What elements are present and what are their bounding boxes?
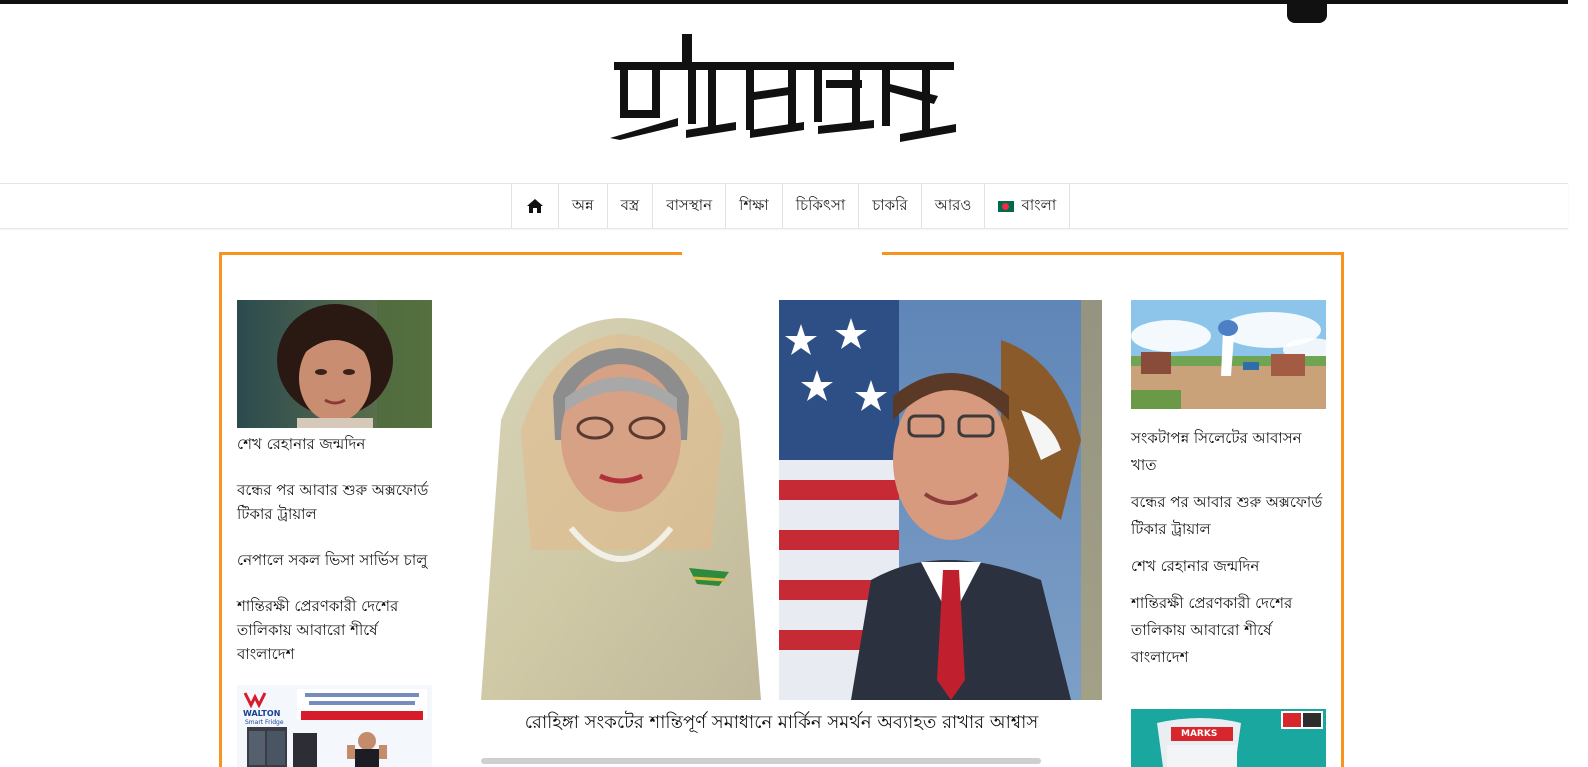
excerpt-text-fragment [481, 758, 1041, 764]
walton-ad-tagline: Smart Fridge [245, 719, 284, 726]
logo-wordmark [610, 34, 956, 142]
main-story-excerpt [481, 748, 1081, 767]
right-news-column: সংকটাপন্ন সিলেটের আবাসন খাত বন্ধের পর আব… [1131, 300, 1326, 671]
scrollbar-track[interactable] [1568, 0, 1588, 767]
main-story-image[interactable] [461, 300, 1102, 700]
top-accent-bar [0, 0, 1568, 4]
left-headline-3[interactable]: নেপালে সকল ভিসা সার্ভিস চালু [237, 548, 432, 572]
nav-item-more[interactable]: আরও [922, 184, 986, 228]
portrait-photo [237, 300, 432, 428]
nav-item-food[interactable]: অন্ন [559, 184, 608, 228]
frame-border-right [1341, 252, 1344, 767]
main-navigation: অন্ন বস্ত্র বাসস্থান শিক্ষা চিকিৎসা চাকর… [511, 184, 1071, 228]
left-news-column: শেখ রেহানার জন্মদিন বন্ধের পর আবার শুরু … [237, 300, 432, 666]
news-thumbnail-portrait[interactable] [237, 300, 432, 428]
nav-home[interactable] [512, 184, 559, 228]
frame-border-left [219, 252, 222, 767]
frame-border-top-left [219, 252, 682, 255]
top-tab[interactable] [1287, 0, 1327, 23]
nav-item-health[interactable]: চিকিৎসা [783, 184, 860, 228]
left-headline-4[interactable]: শান্তিরক্ষী প্রেরণকারী দেশের তালিকায় আব… [237, 594, 432, 666]
walton-advertisement[interactable]: WALTON Smart Fridge [237, 685, 432, 767]
nav-item-clothing[interactable]: বস্ত্র [608, 184, 654, 228]
language-selector[interactable]: বাংলা [985, 184, 1071, 228]
home-icon [527, 199, 543, 213]
walton-ad-brand: WALTON [243, 709, 281, 718]
right-headline-4[interactable]: শান্তিরক্ষী প্রেরণকারী দেশের তালিকায় আব… [1131, 590, 1326, 671]
marks-ad-brand: MARKS [1181, 729, 1218, 739]
marks-ad-graphic [1131, 709, 1326, 767]
nav-item-jobs[interactable]: চাকরি [859, 184, 922, 228]
main-story [461, 300, 1102, 700]
nav-item-education[interactable]: শিক্ষা [726, 184, 783, 228]
main-navigation-bar: অন্ন বস্ত্র বাসস্থান শিক্ষা চিকিৎসা চাকর… [0, 183, 1568, 229]
main-story-headline[interactable]: রোহিঙ্গা সংকটের শান্তিপূর্ণ সমাধানে মার্… [461, 708, 1102, 739]
bangladesh-flag-icon [998, 200, 1015, 212]
main-story-photo [461, 300, 1102, 700]
language-label: বাংলা [1021, 195, 1057, 214]
right-headline-2[interactable]: বন্ধের পর আবার শুরু অক্সফোর্ড টিকার ট্রা… [1131, 489, 1326, 543]
right-headline-1[interactable]: সংকটাপন্ন সিলেটের আবাসন খাত [1131, 425, 1326, 479]
news-thumbnail-landscape[interactable] [1131, 300, 1326, 409]
site-logo[interactable] [600, 26, 970, 146]
landscape-photo [1131, 300, 1326, 409]
left-headline-1[interactable]: শেখ রেহানার জন্মদিন [237, 432, 432, 456]
left-headline-2[interactable]: বন্ধের পর আবার শুরু অক্সফোর্ড টিকার ট্রা… [237, 478, 432, 526]
marks-advertisement[interactable]: MARKS [1131, 709, 1326, 767]
right-headline-3[interactable]: শেখ রেহানার জন্মদিন [1131, 553, 1326, 580]
frame-border-top-right [882, 252, 1344, 255]
nav-item-housing[interactable]: বাসস্থান [653, 184, 727, 228]
walton-ad-graphic [237, 685, 432, 767]
